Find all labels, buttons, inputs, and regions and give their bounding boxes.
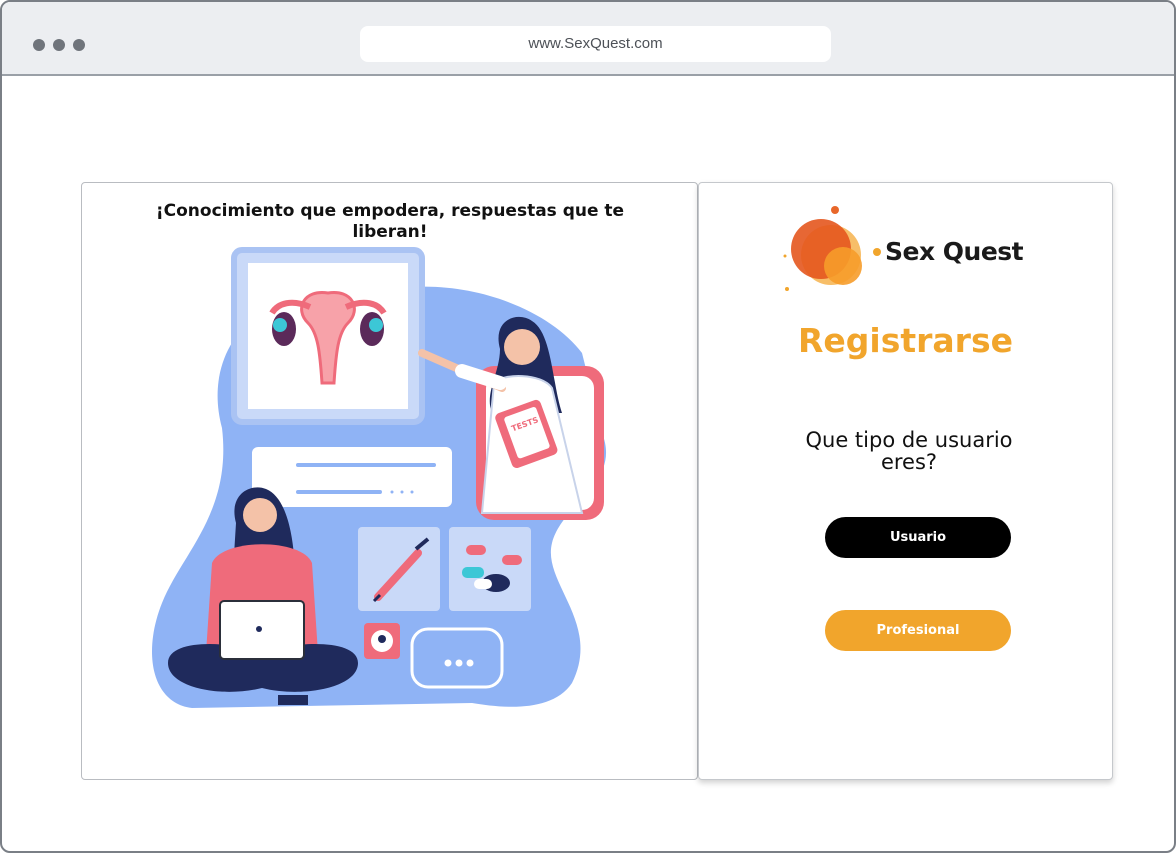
window-dot-icon[interactable] [53, 39, 65, 51]
user-avatar-icon [378, 635, 386, 643]
window-dot-icon[interactable] [73, 39, 85, 51]
address-bar[interactable]: www.SexQuest.com [360, 26, 831, 62]
medical-consultation-illustration: TESTS [152, 247, 607, 708]
user-type-question: Que tipo de usuario eres? [805, 428, 1013, 474]
window-dot-icon[interactable] [33, 39, 45, 51]
hero-tagline: ¡Conocimiento que empodera, respuestas q… [155, 201, 625, 242]
hero-card: TESTS ¡Conocimiento que empodera, respue… [81, 182, 698, 780]
browser-titlebar: www.SexQuest.com [2, 2, 1174, 76]
browser-window: www.SexQuest.com TESTS ¡Conocimiento que… [0, 0, 1176, 853]
logo-text: Sex Quest [885, 237, 1024, 266]
user-type-profesional-button[interactable]: Profesional [825, 610, 1011, 651]
logo-blob-icon [783, 206, 881, 291]
sex-quest-logo: Sex Quest [777, 203, 1037, 303]
register-card: Sex Quest Registrarse Que tipo de usuari… [698, 182, 1113, 780]
register-title: Registrarse [798, 321, 1013, 360]
user-type-usuario-button[interactable]: Usuario [825, 517, 1011, 558]
